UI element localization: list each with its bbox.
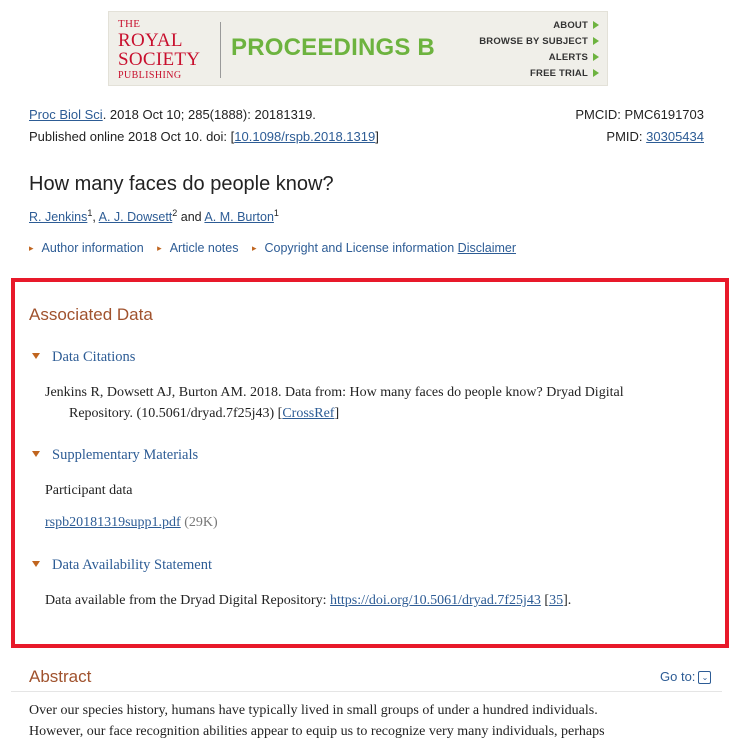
- dryad-url-link[interactable]: https://doi.org/10.5061/dryad.7f25j43: [330, 593, 541, 608]
- journal-title[interactable]: PROCEEDINGS B: [231, 34, 435, 62]
- triangle-right-icon: ▸: [251, 243, 257, 253]
- logo-line3: SOCIETY: [118, 49, 201, 70]
- data-availability-heading: Data Availability Statement: [52, 557, 212, 573]
- article-info-nav: ▸ Author information ▸ Article notes ▸ Copy…: [29, 241, 516, 255]
- banner-nav-browse[interactable]: BROWSE BY SUBJECT: [479, 34, 599, 50]
- ref-bracket-open: [: [540, 593, 550, 608]
- published-line: Published online 2018 Oct 10. doi: [10.1…: [29, 129, 379, 144]
- availability-text: Data available from the Dryad Digital Re…: [45, 593, 330, 608]
- banner-nav-alerts[interactable]: ALERTS: [479, 50, 599, 66]
- data-citation-line2: Repository. (10.5061/dryad.7f25j43) [Cro…: [69, 403, 339, 424]
- triangle-right-icon: ▸: [157, 243, 162, 253]
- author-link[interactable]: R. Jenkins: [29, 210, 87, 224]
- file-size: (29K): [180, 515, 218, 530]
- data-availability-text: Data available from the Dryad Digital Re…: [45, 590, 571, 611]
- data-citation-line1: Jenkins R, Dowsett AJ, Burton AM. 2018. …: [45, 385, 624, 400]
- arrow-right-icon: [593, 69, 599, 78]
- triangle-down-icon: [32, 451, 40, 457]
- disclaimer-link[interactable]: Disclaimer: [458, 241, 516, 255]
- supplementary-file: rspb20181319supp1.pdf (29K): [45, 512, 218, 533]
- doi-bracket: ]: [375, 129, 379, 144]
- banner-nav: ABOUT BROWSE BY SUBJECT ALERTS FREE TRIA…: [479, 18, 599, 82]
- abstract-heading: Abstract: [29, 667, 92, 686]
- article-title: How many faces do people know?: [29, 173, 334, 195]
- banner-nav-label: FREE TRIAL: [530, 68, 588, 79]
- logo-line4: PUBLISHING: [118, 70, 182, 81]
- banner-nav-label: BROWSE BY SUBJECT: [479, 36, 588, 47]
- triangle-right-icon: ▸: [29, 243, 34, 253]
- author-separator: and: [177, 210, 205, 225]
- triangle-down-icon: [32, 561, 40, 567]
- supplementary-heading: Supplementary Materials: [52, 447, 199, 463]
- arrow-right-icon: [593, 53, 599, 62]
- reference-link[interactable]: 35: [549, 593, 563, 608]
- arrow-right-icon: [593, 21, 599, 30]
- abstract-divider: [11, 691, 722, 692]
- author-list: R. Jenkins1, A. J. Dowsett2 and A. M. Bu…: [29, 208, 279, 224]
- banner-nav-about[interactable]: ABOUT: [479, 18, 599, 34]
- ref-bracket-close: ].: [563, 593, 572, 608]
- author-link[interactable]: A. J. Dowsett: [99, 210, 173, 224]
- abstract-line1: Over our species history, humans have ty…: [29, 703, 598, 718]
- pmid-label: PMID:: [606, 129, 647, 144]
- doi-link[interactable]: 10.1098/rspb.2018.1319: [234, 129, 375, 144]
- data-citations-toggle[interactable]: Data Citations: [32, 349, 135, 366]
- citation-details: . 2018 Oct 10; 285(1888): 20181319.: [102, 107, 316, 122]
- chevron-down-icon: ⌄: [698, 671, 712, 684]
- article-notes-toggle[interactable]: Article notes: [170, 241, 239, 255]
- royal-society-logo[interactable]: THE ROYAL SOCIETY PUBLISHING: [118, 19, 200, 81]
- triangle-down-icon: [32, 353, 40, 359]
- published-text: Published online 2018 Oct 10. doi: [: [29, 129, 235, 144]
- data-availability-toggle[interactable]: Data Availability Statement: [32, 557, 212, 574]
- banner-nav-free-trial[interactable]: FREE TRIAL: [479, 66, 599, 82]
- pmcid: PMCID: PMC6191703: [575, 107, 704, 122]
- banner-divider: [220, 22, 221, 78]
- supplementary-toggle[interactable]: Supplementary Materials: [32, 447, 198, 464]
- copyright-toggle[interactable]: Copyright and License information: [264, 241, 454, 255]
- banner-nav-label: ALERTS: [548, 52, 588, 63]
- associated-data-heading: Associated Data: [29, 305, 153, 324]
- supplementary-file-link[interactable]: rspb20181319supp1.pdf: [45, 515, 181, 530]
- logo-line1: THE: [118, 18, 141, 30]
- goto-menu[interactable]: Go to: ⌄: [660, 669, 712, 684]
- journal-banner[interactable]: THE ROYAL SOCIETY PUBLISHING PROCEEDINGS…: [108, 11, 608, 86]
- data-citation-text: Repository. (10.5061/dryad.7f25j43) [: [69, 406, 283, 421]
- arrow-right-icon: [593, 37, 599, 46]
- goto-label: Go to:: [660, 669, 696, 684]
- logo-line2: ROYAL: [118, 30, 183, 51]
- abstract-line2: However, our face recognition abilities …: [29, 724, 605, 739]
- journal-link[interactable]: Proc Biol Sci: [29, 107, 103, 122]
- data-citations-heading: Data Citations: [52, 349, 136, 365]
- author-information-toggle[interactable]: Author information: [42, 241, 144, 255]
- participant-data-label: Participant data: [45, 483, 133, 498]
- banner-nav-label: ABOUT: [553, 20, 588, 31]
- data-citation-bracket: ]: [334, 406, 340, 421]
- citation-line: Proc Biol Sci. 2018 Oct 10; 285(1888): 2…: [29, 107, 316, 122]
- author-link[interactable]: A. M. Burton: [204, 210, 273, 224]
- pmid-link[interactable]: 30305434: [646, 129, 704, 144]
- pmid-line: PMID: 30305434: [606, 129, 704, 144]
- crossref-link[interactable]: CrossRef: [282, 406, 334, 421]
- author-affiliation: 1: [273, 208, 279, 218]
